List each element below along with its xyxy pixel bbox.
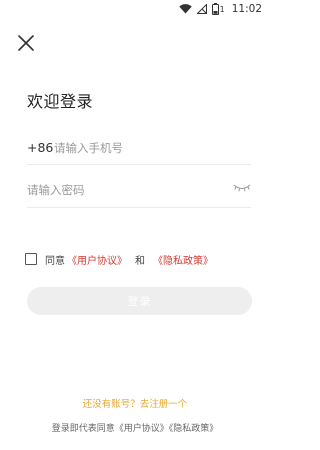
phone-row: +86 (27, 131, 251, 165)
status-time: 11:02 (231, 3, 262, 15)
battery-level: 1 (219, 4, 225, 14)
phone-input[interactable] (54, 140, 234, 155)
footer-user-agreement-link[interactable]: 《用户协议》 (115, 424, 169, 434)
no-signal-icon (196, 4, 207, 14)
agreement-row: 同意 《用户协议》 和 《隐私政策》 (25, 252, 213, 267)
page-title: 欢迎登录 (27, 92, 94, 111)
status-bar: 1 11:02 (0, 0, 270, 18)
login-button[interactable]: 登录 (27, 287, 252, 315)
register-link[interactable]: 还没有账号？去注册一个 (0, 396, 270, 410)
close-button[interactable] (16, 33, 36, 53)
footer-prefix: 登录即代表同意 (51, 424, 115, 434)
battery-icon (211, 3, 219, 15)
agreement-prefix: 同意 (45, 255, 65, 267)
password-input[interactable] (27, 182, 207, 197)
close-icon (18, 35, 34, 51)
eye-closed-icon[interactable] (233, 183, 251, 193)
password-row (27, 172, 251, 208)
agreement-checkbox[interactable] (25, 253, 37, 265)
footer-privacy-policy-link[interactable]: 《隐私政策》 (169, 424, 219, 434)
agreement-and: 和 (135, 255, 145, 267)
user-agreement-link[interactable]: 《用户协议》 (67, 252, 127, 267)
privacy-policy-link[interactable]: 《隐私政策》 (153, 252, 213, 267)
wifi-icon (178, 4, 192, 14)
footer-note: 登录即代表同意《用户协议》《隐私政策》 (0, 421, 270, 434)
country-code[interactable]: +86 (27, 140, 54, 155)
